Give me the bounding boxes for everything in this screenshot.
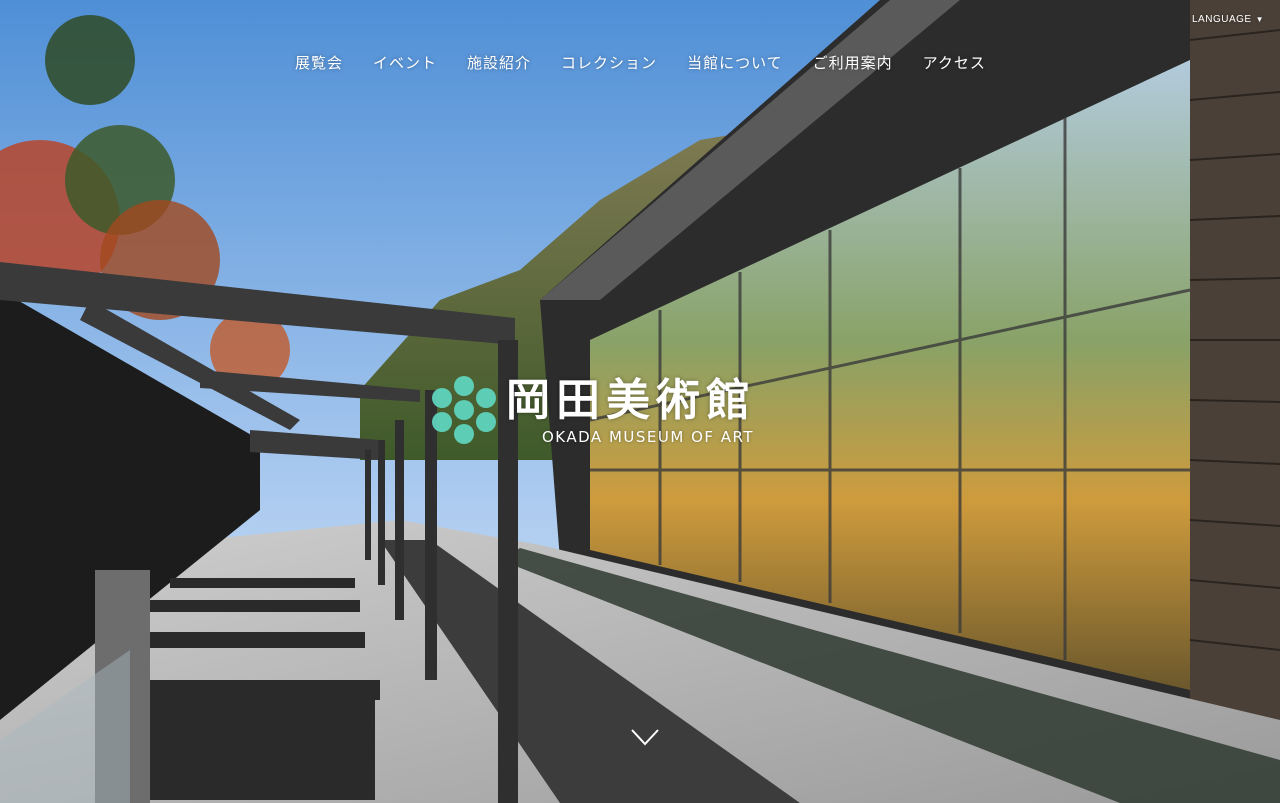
chevron-down-icon	[631, 729, 659, 746]
logo-english-name: OKADA MUSEUM OF ART	[542, 428, 755, 446]
logo-japanese-name: 岡田美術館	[506, 375, 756, 426]
logo-mark-icon	[432, 376, 496, 444]
nav-item-exhibitions[interactable]: 展覧会	[280, 52, 358, 73]
nav-item-collection[interactable]: コレクション	[546, 52, 672, 73]
nav-item-facilities[interactable]: 施設紹介	[452, 52, 546, 73]
global-nav: 展覧会 イベント 施設紹介 コレクション 当館について ご利用案内 アクセス	[280, 50, 1001, 74]
nav-item-access[interactable]: アクセス	[908, 52, 1001, 73]
logo-wordmark: 岡田美術館 OKADA MUSEUM OF ART	[506, 375, 756, 447]
language-selector[interactable]: LANGUAGE ▼	[1192, 14, 1264, 25]
language-label: LANGUAGE	[1192, 14, 1252, 25]
museum-logo[interactable]: 岡田美術館 OKADA MUSEUM OF ART	[432, 376, 812, 456]
nav-item-about[interactable]: 当館について	[672, 52, 798, 73]
nav-item-events[interactable]: イベント	[358, 52, 452, 73]
scroll-down-button[interactable]	[630, 726, 660, 748]
nav-item-guide[interactable]: ご利用案内	[798, 52, 908, 73]
caret-down-icon: ▼	[1255, 15, 1264, 24]
